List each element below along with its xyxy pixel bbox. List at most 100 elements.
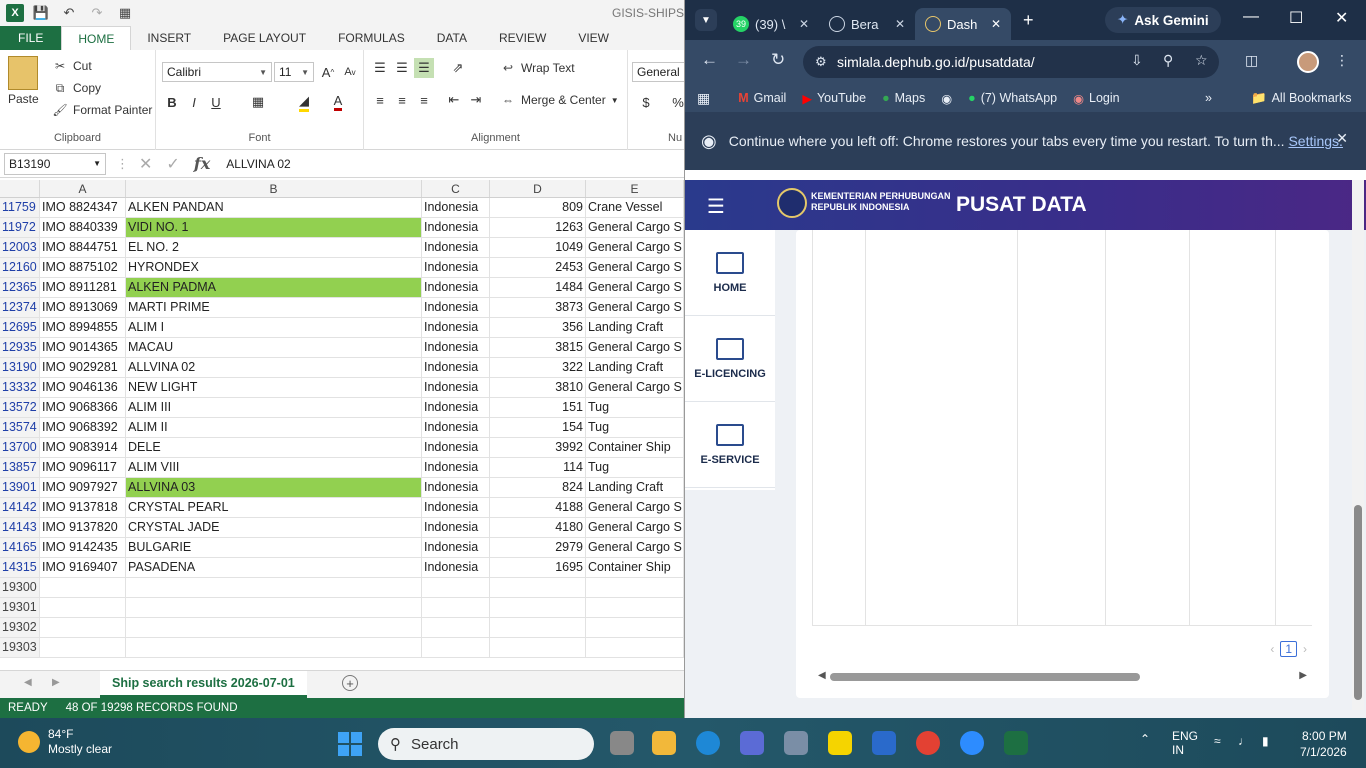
cell-flag[interactable]: Indonesia bbox=[422, 358, 490, 377]
cell-imo[interactable]: IMO 8840339 bbox=[40, 218, 126, 237]
row-number[interactable]: 12374 bbox=[0, 298, 40, 317]
empty-cell[interactable] bbox=[586, 578, 684, 597]
tab-formulas[interactable]: FORMULAS bbox=[322, 26, 421, 50]
row-number[interactable]: 11759 bbox=[0, 198, 40, 217]
volume-icon[interactable]: ♩ bbox=[1238, 734, 1250, 748]
font-color-icon[interactable]: A bbox=[328, 92, 348, 112]
tab-file[interactable]: FILE bbox=[0, 26, 62, 50]
cell-flag[interactable]: Indonesia bbox=[422, 258, 490, 277]
column-header-d[interactable]: D bbox=[490, 180, 586, 197]
sticky-notes-icon[interactable] bbox=[828, 731, 852, 755]
cell-tonnage[interactable]: 4188 bbox=[490, 498, 586, 517]
empty-cell[interactable] bbox=[126, 618, 422, 637]
row-number[interactable]: 13574 bbox=[0, 418, 40, 437]
empty-cell[interactable] bbox=[422, 598, 490, 617]
tab-review[interactable]: REVIEW bbox=[483, 26, 562, 50]
cell-flag[interactable]: Indonesia bbox=[422, 378, 490, 397]
cell-imo[interactable]: IMO 9169407 bbox=[40, 558, 126, 577]
cell-type[interactable]: Landing Craft bbox=[586, 478, 684, 497]
align-top-icon[interactable]: ☰ bbox=[370, 58, 390, 78]
cell-imo[interactable]: IMO 8824347 bbox=[40, 198, 126, 217]
new-tab-icon[interactable]: + bbox=[1023, 10, 1034, 31]
scroll-thumb[interactable] bbox=[830, 673, 1140, 681]
add-sheet-icon[interactable]: + bbox=[342, 675, 358, 691]
cell-imo[interactable]: IMO 9029281 bbox=[40, 358, 126, 377]
cell-imo[interactable]: IMO 8844751 bbox=[40, 238, 126, 257]
empty-cell[interactable] bbox=[586, 638, 684, 657]
cell-flag[interactable]: Indonesia bbox=[422, 198, 490, 217]
close-icon[interactable]: ✕ bbox=[1336, 130, 1348, 147]
row-number[interactable]: 12695 bbox=[0, 318, 40, 337]
row-number[interactable]: 12935 bbox=[0, 338, 40, 357]
cell-type[interactable]: Tug bbox=[586, 398, 684, 417]
bookmark-globe[interactable]: ◉ bbox=[941, 91, 952, 106]
cell-ship-name[interactable]: ALLVINA 02 bbox=[126, 358, 422, 377]
chrome-tab-bera[interactable]: Bera ✕ bbox=[819, 8, 915, 40]
zoom-app-icon[interactable] bbox=[960, 731, 984, 755]
settings-link[interactable]: Settings. bbox=[1288, 133, 1342, 149]
row-number[interactable]: 14165 bbox=[0, 538, 40, 557]
paste-button[interactable]: Paste bbox=[8, 56, 39, 106]
orientation-icon[interactable]: ⇗ bbox=[448, 58, 468, 78]
language-indicator[interactable]: ENG IN bbox=[1172, 729, 1198, 757]
cell-imo[interactable]: IMO 9142435 bbox=[40, 538, 126, 557]
cell-tonnage[interactable]: 3810 bbox=[490, 378, 586, 397]
cell-tonnage[interactable]: 3815 bbox=[490, 338, 586, 357]
hamburger-menu-icon[interactable]: ☰ bbox=[707, 194, 725, 219]
install-icon[interactable]: ⇩ bbox=[1131, 52, 1143, 69]
cell-flag[interactable]: Indonesia bbox=[422, 238, 490, 257]
forward-icon[interactable]: → bbox=[735, 50, 752, 70]
prev-page-icon[interactable]: ‹ bbox=[1270, 642, 1274, 656]
scroll-left-icon[interactable]: ◀ bbox=[818, 670, 826, 681]
menu-dots-icon[interactable]: ⋮ bbox=[1335, 52, 1349, 69]
cell-imo[interactable]: IMO 9068392 bbox=[40, 418, 126, 437]
cell-imo[interactable]: IMO 9083914 bbox=[40, 438, 126, 457]
sidebar-item-e-service[interactable]: E-SERVICE bbox=[685, 402, 775, 488]
align-center-icon[interactable]: ≡ bbox=[392, 90, 412, 110]
address-bar[interactable]: ⚙ simlala.dephub.go.id/pusatdata/ bbox=[803, 46, 1219, 78]
cell-imo[interactable]: IMO 9137818 bbox=[40, 498, 126, 517]
app-icon[interactable] bbox=[872, 731, 896, 755]
empty-cell[interactable] bbox=[40, 598, 126, 617]
empty-cell[interactable] bbox=[490, 598, 586, 617]
grow-font-icon[interactable]: A ^ bbox=[318, 62, 338, 82]
bookmark-whatsapp[interactable]: ● (7) WhatsApp bbox=[968, 91, 1057, 105]
cell-flag[interactable]: Indonesia bbox=[422, 298, 490, 317]
row-number[interactable]: 13572 bbox=[0, 398, 40, 417]
row-number[interactable]: 19303 bbox=[0, 638, 40, 657]
profile-avatar[interactable] bbox=[1297, 51, 1319, 73]
cell-tonnage[interactable]: 151 bbox=[490, 398, 586, 417]
cell-imo[interactable]: IMO 9096117 bbox=[40, 458, 126, 477]
row-number[interactable]: 12365 bbox=[0, 278, 40, 297]
cell-tonnage[interactable]: 824 bbox=[490, 478, 586, 497]
close-window-icon[interactable]: ✕ bbox=[1335, 8, 1348, 28]
tab-page-layout[interactable]: PAGE LAYOUT bbox=[207, 26, 322, 50]
cell-tonnage[interactable]: 2979 bbox=[490, 538, 586, 557]
cell-ship-name[interactable]: ALIM III bbox=[126, 398, 422, 417]
scroll-right-icon[interactable]: ▶ bbox=[52, 677, 60, 688]
cell-ship-name[interactable]: HYRONDEX bbox=[126, 258, 422, 277]
cell-tonnage[interactable]: 4180 bbox=[490, 518, 586, 537]
cell-tonnage[interactable]: 809 bbox=[490, 198, 586, 217]
taskbar-search[interactable]: ⚲ Search bbox=[378, 728, 594, 760]
fill-color-icon[interactable]: ◢ bbox=[294, 92, 314, 112]
font-name-select[interactable]: Calibri ▼ bbox=[162, 62, 272, 82]
cell-tonnage[interactable]: 1263 bbox=[490, 218, 586, 237]
empty-cell[interactable] bbox=[40, 638, 126, 657]
cell-flag[interactable]: Indonesia bbox=[422, 558, 490, 577]
sidebar-item-home[interactable]: HOME bbox=[685, 230, 775, 316]
redo-icon[interactable]: ↷ bbox=[86, 3, 108, 23]
cell-flag[interactable]: Indonesia bbox=[422, 418, 490, 437]
cell-tonnage[interactable]: 3992 bbox=[490, 438, 586, 457]
cell-ship-name[interactable]: ALIM I bbox=[126, 318, 422, 337]
file-explorer-icon[interactable] bbox=[652, 731, 676, 755]
bookmark-maps[interactable]: ● Maps bbox=[882, 91, 925, 105]
page-number[interactable]: 1 bbox=[1280, 641, 1297, 657]
cell-ship-name[interactable]: ALIM VIII bbox=[126, 458, 422, 477]
cell-ship-name[interactable]: PASADENA bbox=[126, 558, 422, 577]
reload-icon[interactable]: ↻ bbox=[771, 50, 785, 70]
cell-flag[interactable]: Indonesia bbox=[422, 498, 490, 517]
scroll-thumb[interactable] bbox=[1354, 505, 1362, 700]
row-number[interactable]: 13700 bbox=[0, 438, 40, 457]
empty-cell[interactable] bbox=[490, 618, 586, 637]
